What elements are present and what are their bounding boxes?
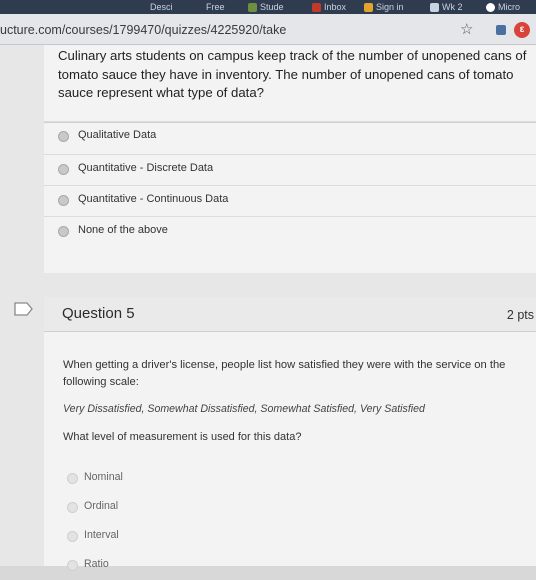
tab-label: Desci [150,2,173,12]
question-4-card: Culinary arts students on campus keep tr… [44,45,536,273]
extension-icon[interactable] [496,25,506,35]
radio-button[interactable] [58,131,69,142]
radio-button[interactable] [67,473,78,484]
answer-option[interactable]: Ratio [44,552,536,580]
site-icon [248,2,257,12]
question-5-text: When getting a driver's license, people … [63,359,506,388]
site-icon [486,2,495,12]
tab-micro[interactable]: Micro [486,0,520,14]
answer-label[interactable]: None of the above [78,224,168,236]
tab-label: Sign in [376,2,404,12]
browser-tab-strip: Desci Free Stude Inbox Sign in Wk 2 Micr… [0,0,536,14]
mail-icon [312,2,321,12]
answer-option[interactable]: Nominal [44,465,536,493]
tab-label: Micro [498,2,520,12]
answer-option[interactable]: Quantitative - Continuous Data [44,185,536,216]
answer-option[interactable]: Interval [44,523,536,551]
radio-button[interactable] [67,502,78,513]
radio-button[interactable] [58,195,69,206]
answer-option[interactable]: Quantitative - Discrete Data [44,154,536,185]
answer-option[interactable]: Ordinal [44,494,536,522]
radio-button[interactable] [58,164,69,175]
answer-label[interactable]: Qualitative Data [78,129,156,141]
tab-label: Wk 2 [442,2,463,12]
question-5-scale: Very Dissatisfied, Somewhat Dissatisfied… [63,403,425,415]
extension-badge-icon[interactable]: ε [514,22,530,38]
radio-button[interactable] [58,226,69,237]
site-icon [364,2,373,12]
question-5-card: Question 5 2 pts When getting a driver's… [14,297,536,571]
answer-label[interactable]: Nominal [84,471,123,483]
page-icon [430,2,439,12]
question-points: 2 pts [506,308,534,322]
quiz-page: Culinary arts students on campus keep tr… [0,45,536,571]
question-title: Question 5 [62,305,135,322]
tab-wk2[interactable]: Wk 2 [430,0,463,14]
radio-button[interactable] [67,531,78,542]
tab-label: Free [206,2,225,12]
bookmark-star-icon[interactable]: ☆ [460,20,473,38]
answer-label[interactable]: Quantitative - Discrete Data [78,162,213,174]
tab-free[interactable]: Free [206,0,225,14]
answer-label[interactable]: Ordinal [84,500,118,512]
tab-stude[interactable]: Stude [248,0,284,14]
question-5-prompt: What level of measurement is used for th… [63,431,302,443]
tab-inbox[interactable]: Inbox [312,0,346,14]
question-header: Question 5 2 pts [44,297,536,332]
question-4-text: Culinary arts students on campus keep tr… [58,48,527,100]
tab-label: Stude [260,2,284,12]
answer-option[interactable]: None of the above [44,216,536,247]
answer-label[interactable]: Quantitative - Continuous Data [78,193,228,205]
tab-desci[interactable]: Desci [150,0,173,14]
flag-question-icon[interactable] [14,302,34,316]
url-field[interactable]: ucture.com/courses/1799470/quizzes/42259… [0,23,286,37]
tab-sign-in[interactable]: Sign in [364,0,404,14]
tab-label: Inbox [324,2,347,12]
answer-label[interactable]: Interval [84,529,119,541]
answer-label[interactable]: Ratio [84,558,109,570]
address-bar: ucture.com/courses/1799470/quizzes/42259… [0,14,536,45]
answer-option[interactable]: Qualitative Data [44,121,536,152]
